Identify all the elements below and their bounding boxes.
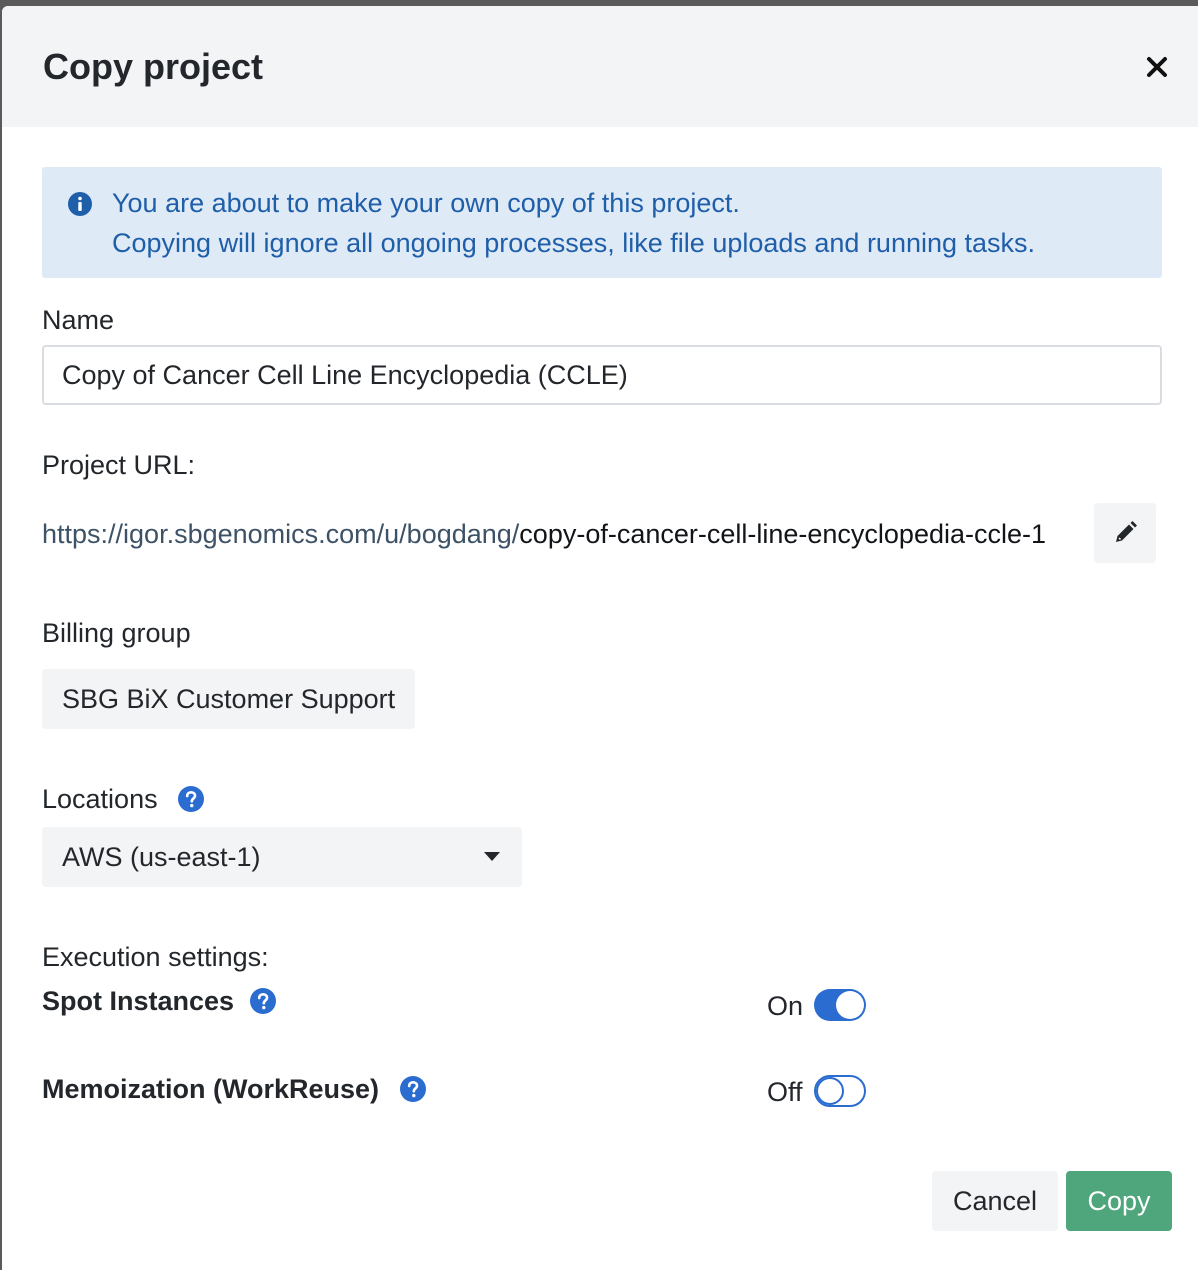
copy-project-dialog: Copy project You are about to make your … bbox=[2, 6, 1198, 1270]
info-text-line-1: You are about to make your own copy of t… bbox=[112, 188, 740, 218]
cancel-button[interactable]: Cancel bbox=[932, 1171, 1058, 1231]
spot-instances-help-icon[interactable] bbox=[250, 988, 276, 1014]
close-icon bbox=[1147, 57, 1167, 77]
info-text-line-2: Copying will ignore all ongoing processe… bbox=[112, 228, 1036, 258]
toggle-knob bbox=[836, 991, 864, 1019]
memoization-label: Memoization (WorkReuse) bbox=[42, 1074, 380, 1104]
locations-selected-value: AWS (us-east-1) bbox=[62, 842, 261, 872]
edit-url-button[interactable] bbox=[1094, 503, 1156, 563]
name-input[interactable] bbox=[42, 345, 1162, 405]
project-url: https://igor.sbgenomics.com/u/bogdang/co… bbox=[42, 517, 1046, 551]
locations-label: Locations bbox=[42, 784, 158, 814]
close-button[interactable] bbox=[1142, 52, 1172, 82]
project-url-slug: copy-of-cancer-cell-line-encyclopedia-cc… bbox=[519, 519, 1047, 549]
info-icon bbox=[68, 192, 92, 216]
billing-group-label: Billing group bbox=[42, 618, 191, 648]
memoization-toggle[interactable] bbox=[814, 1075, 866, 1107]
pencil-icon bbox=[1116, 521, 1137, 542]
locations-help-icon[interactable] bbox=[178, 786, 204, 812]
toggle-knob bbox=[816, 1077, 844, 1105]
copy-button[interactable]: Copy bbox=[1066, 1171, 1172, 1231]
spot-instances-toggle[interactable] bbox=[814, 989, 866, 1021]
caret-down-icon bbox=[484, 852, 500, 861]
memoization-help-icon[interactable] bbox=[400, 1076, 426, 1102]
dialog-title: Copy project bbox=[43, 46, 264, 87]
execution-settings-label: Execution settings: bbox=[42, 942, 269, 972]
billing-group-select[interactable]: SBG BiX Customer Support bbox=[42, 669, 416, 729]
spot-instances-state: On bbox=[767, 991, 804, 1021]
project-url-label: Project URL: bbox=[42, 450, 196, 480]
memoization-state: Off bbox=[767, 1077, 803, 1107]
name-label: Name bbox=[42, 305, 115, 335]
locations-select[interactable]: AWS (us-east-1) bbox=[42, 827, 522, 887]
dialog-header: Copy project bbox=[2, 6, 1198, 127]
project-url-base: https://igor.sbgenomics.com/u/bogdang/ bbox=[42, 519, 520, 549]
info-alert: You are about to make your own copy of t… bbox=[42, 167, 1162, 278]
spot-instances-label: Spot Instances bbox=[42, 986, 235, 1016]
